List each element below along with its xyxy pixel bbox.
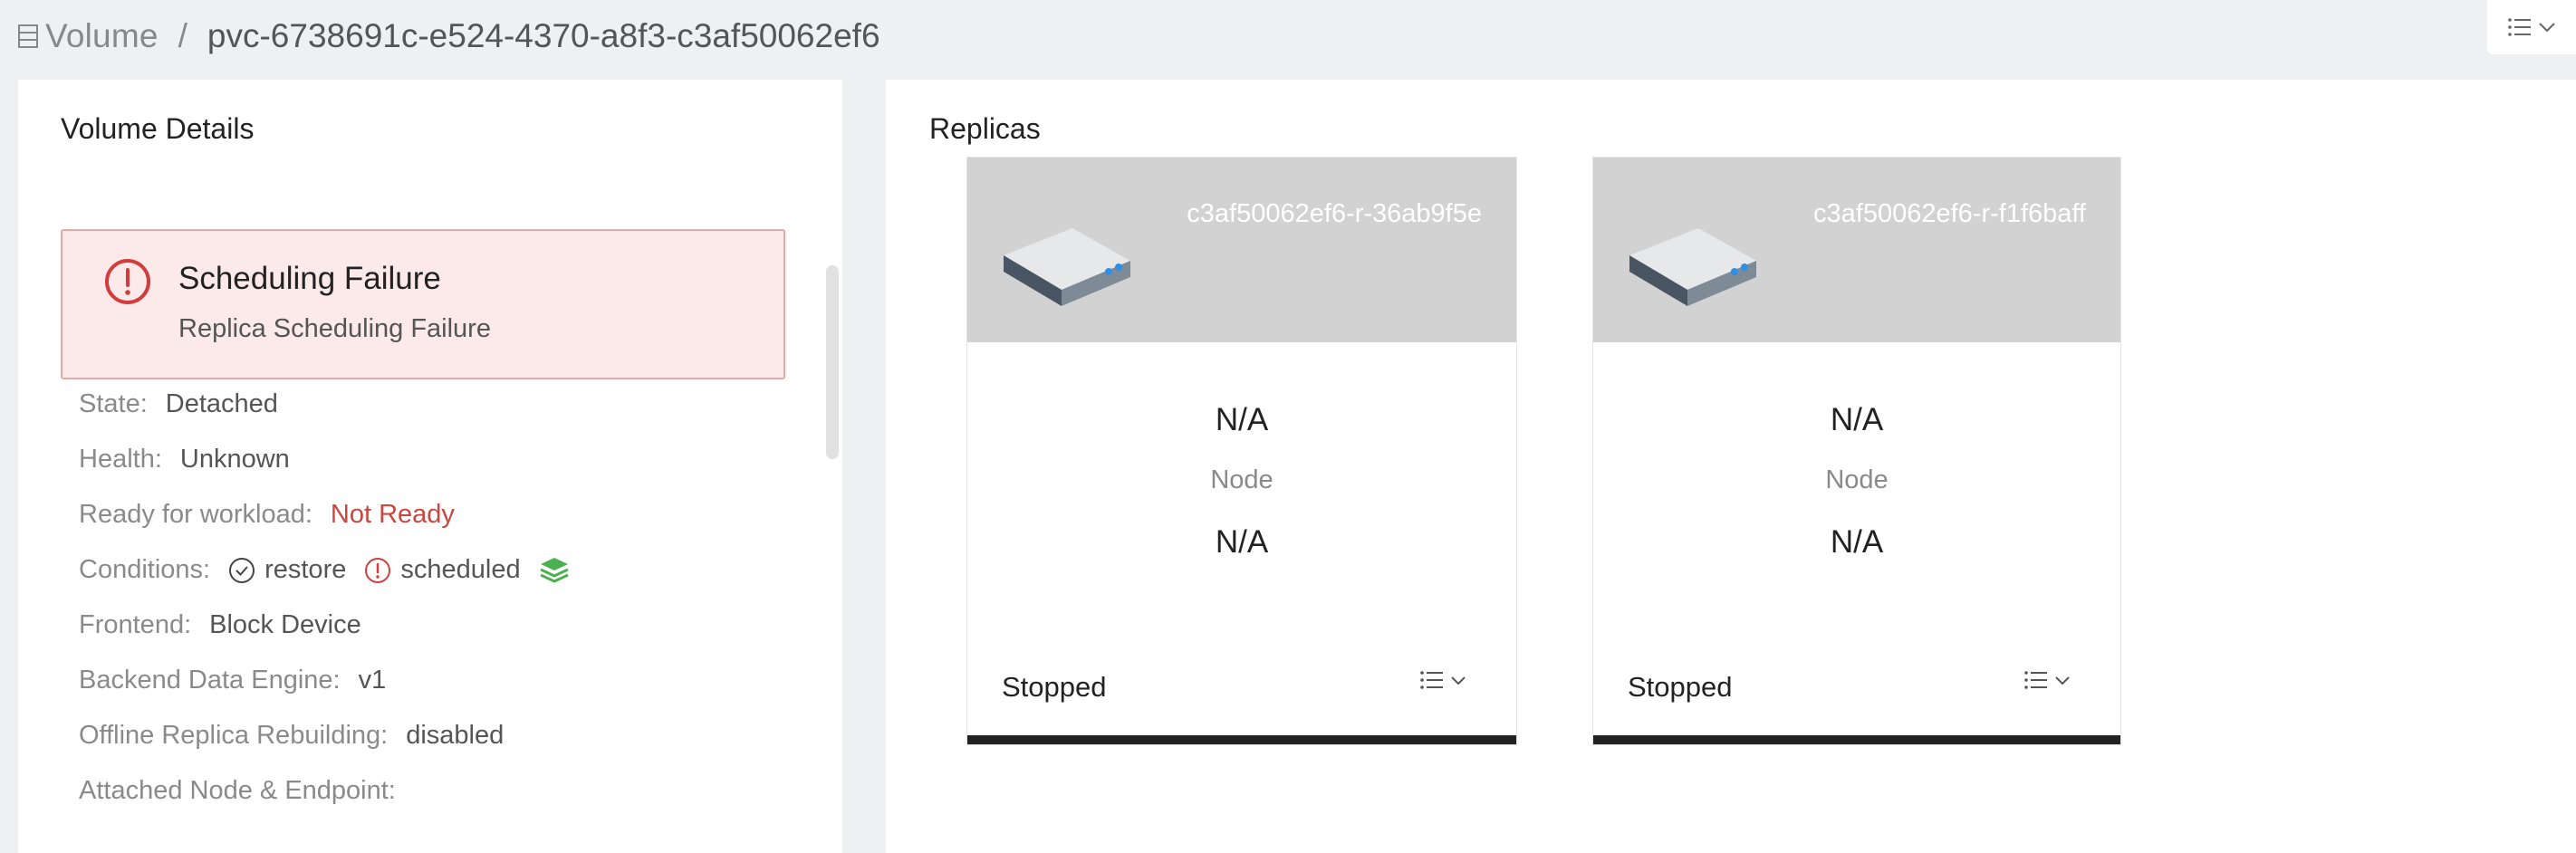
backend-engine-row: Backend Data Engine: v1 [79, 666, 386, 695]
chevron-down-icon [1451, 676, 1466, 685]
health-value: Unknown [179, 445, 290, 474]
replica-node-value: N/A [1215, 402, 1269, 437]
replica-card-header: c3af50062ef6-r-f1f6baff [1593, 158, 2120, 342]
page-header: Volume / pvc-6738691c-e524-4370-a8f3-c3a… [0, 0, 2576, 72]
condition-restore[interactable]: restore [228, 555, 346, 585]
ready-value: Not Ready [330, 500, 455, 529]
condition-scheduled[interactable]: scheduled [364, 555, 521, 585]
frontend-value: Block Device [209, 610, 361, 639]
replica-card[interactable]: c3af50062ef6-r-f1f6baff N/A Node N/A Sto… [1592, 157, 2121, 745]
volume-icon [18, 23, 42, 50]
chevron-down-icon [2055, 676, 2070, 685]
state-value: Detached [165, 389, 278, 418]
layers-icon [539, 557, 569, 583]
chevron-down-icon [2539, 23, 2555, 33]
offline-rebuilding-row: Offline Replica Rebuilding: disabled [79, 721, 504, 751]
list-icon [1420, 671, 1443, 689]
frontend-row: Frontend: Block Device [79, 610, 361, 640]
volume-details-title: Volume Details [61, 112, 255, 145]
exclamation-circle-icon [365, 557, 391, 583]
snapshot-layers[interactable] [539, 556, 579, 585]
replica-actions-menu[interactable] [2024, 670, 2070, 690]
alert-title: Scheduling Failure [178, 261, 441, 296]
replica-path-value: N/A [1215, 524, 1269, 560]
exclamation-circle-icon [105, 259, 150, 304]
health-label: Health: [79, 445, 162, 474]
page-actions-menu[interactable] [2487, 0, 2576, 54]
replica-status-bar [1593, 735, 2120, 744]
conditions-row: Conditions: restore scheduled [79, 555, 579, 585]
backend-engine-label: Backend Data Engine: [79, 666, 341, 695]
breadcrumb-current: pvc-6738691c-e524-4370-a8f3-c3af50062ef6 [207, 17, 880, 54]
ready-row: Ready for workload: Not Ready [79, 500, 455, 530]
condition-scheduled-label: scheduled [400, 555, 521, 584]
condition-restore-label: restore [264, 555, 347, 584]
replica-actions-menu[interactable] [1420, 670, 1466, 690]
backend-engine-value: v1 [358, 666, 387, 695]
replica-status: Stopped [1002, 671, 1107, 703]
scheduling-failure-alert: Scheduling Failure Replica Scheduling Fa… [61, 229, 785, 379]
replica-name: c3af50062ef6-r-f1f6baff [1813, 199, 2086, 228]
breadcrumb-separator: / [178, 17, 187, 54]
state-row: State: Detached [79, 389, 278, 419]
details-scrollbar[interactable] [826, 184, 839, 853]
breadcrumb-volume-link[interactable]: Volume [45, 17, 159, 55]
health-row: Health: Unknown [79, 445, 290, 474]
state-label: State: [79, 389, 148, 418]
replica-node-label: Node [1210, 465, 1274, 494]
replica-node-label: Node [1825, 465, 1889, 494]
conditions-label: Conditions: [79, 555, 211, 584]
offline-rebuilding-value: disabled [406, 721, 505, 750]
replica-name: c3af50062ef6-r-36ab9f5e [1187, 199, 1482, 228]
list-icon [2024, 671, 2047, 689]
attached-node-row: Attached Node & Endpoint: [79, 776, 414, 806]
replica-card[interactable]: c3af50062ef6-r-36ab9f5e N/A Node N/A Sto… [966, 157, 1517, 745]
attached-node-label: Attached Node & Endpoint: [79, 776, 396, 805]
offline-rebuilding-label: Offline Replica Rebuilding: [79, 721, 389, 750]
check-circle-icon [229, 557, 255, 583]
replica-node-value: N/A [1830, 402, 1884, 437]
replica-path-value: N/A [1830, 524, 1884, 560]
alert-description: Replica Scheduling Failure [178, 314, 491, 343]
frontend-label: Frontend: [79, 610, 192, 639]
details-scrollbar-thumb[interactable] [826, 265, 839, 459]
replica-card-header: c3af50062ef6-r-36ab9f5e [967, 158, 1516, 342]
list-icon [2508, 18, 2531, 36]
volume-details-panel: Volume Details Scheduling Failure Replic… [18, 80, 842, 853]
replica-status: Stopped [1628, 671, 1733, 703]
replica-status-bar [967, 735, 1516, 744]
replicas-title: Replicas [929, 112, 1041, 145]
disk-drive-icon [1629, 228, 1756, 306]
ready-label: Ready for workload: [79, 500, 312, 529]
disk-drive-icon [1004, 228, 1130, 306]
